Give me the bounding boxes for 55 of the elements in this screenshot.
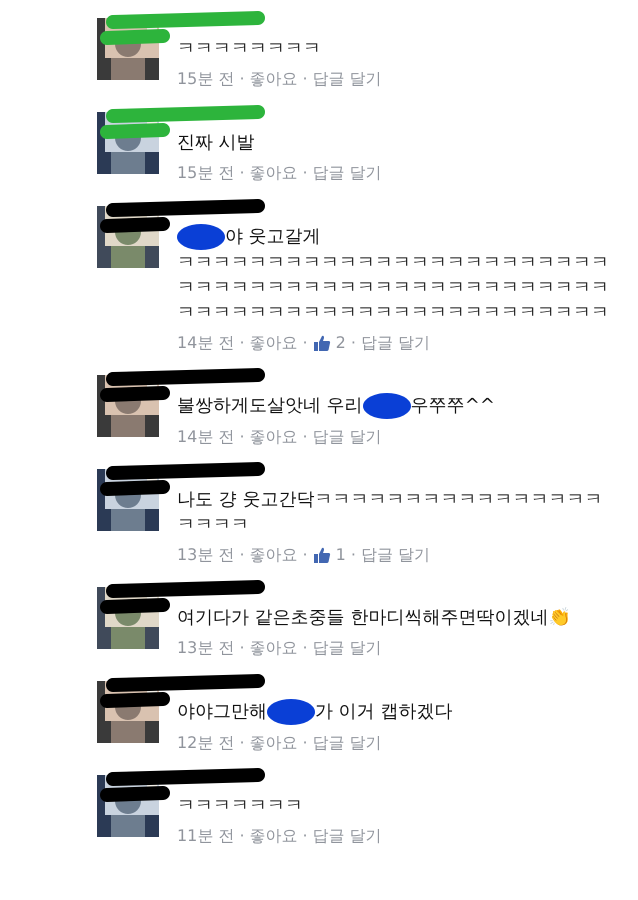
separator-dot: · — [302, 426, 308, 448]
separator-dot: · — [350, 544, 356, 566]
action-link[interactable]: 답글 달기 — [312, 636, 382, 660]
comment-time: 11분 전 — [177, 825, 234, 848]
action-link[interactable]: 답글 달기 — [312, 161, 382, 185]
action-link[interactable]: 답글 달기 — [360, 331, 430, 356]
comment-text: 야야그만해 가 이거 캡하겠다 — [177, 699, 617, 726]
separator-dot: · — [302, 68, 308, 90]
comment-text: 야 웃고갈게 — [177, 224, 617, 250]
comment-time: 14분 전 — [177, 332, 234, 354]
separator-dot: · — [239, 544, 245, 566]
comment-text: 나도 걍 웃고간닥ㅋㅋㅋㅋㅋㅋㅋㅋㅋㅋㅋㅋㅋㅋㅋㅋㅋㅋㅋㅋ — [177, 488, 604, 538]
separator-dot: · — [239, 825, 245, 848]
separator-dot: · — [239, 426, 245, 448]
action-link[interactable]: 좋아요 — [250, 331, 298, 356]
comment-time: 14분 전 — [177, 426, 234, 448]
separator-dot: · — [239, 68, 245, 90]
like-count: 2 — [336, 332, 346, 354]
action-link[interactable]: 좋아요 — [250, 824, 298, 848]
action-link[interactable]: 좋아요 — [250, 543, 298, 568]
action-link[interactable]: 좋아요 — [250, 731, 298, 756]
thumbs-up-icon — [312, 334, 331, 352]
comment-text: 진짜 시발 — [177, 131, 256, 155]
separator-dot: · — [302, 637, 308, 660]
action-link[interactable]: 좋아요 — [250, 636, 298, 660]
thumbs-up-icon — [312, 546, 331, 564]
comment-text: 여기다가 같은초중들 한마디씩해주면딱이겠네👏 — [177, 606, 572, 630]
action-link[interactable]: 답글 달기 — [312, 425, 382, 450]
action-link[interactable]: 답글 달기 — [312, 731, 382, 756]
comment-text: ㅋㅋㅋㅋㅋㅋㅋㅋㅋㅋㅋㅋㅋㅋㅋㅋㅋㅋㅋㅋㅋㅋㅋㅋㅋㅋㅋㅋㅋㅋㅋㅋㅋㅋㅋㅋㅋㅋㅋㅋㅋㅋㅋㅋㅋㅋㅋㅋㅋㅋㅋㅋㅋㅋㅋㅋㅋㅋㅋㅋㅋㅋㅋㅋㅋㅋㅋㅋㅋㅋㅋㅋ — [177, 251, 610, 326]
comment-time: 12분 전 — [177, 732, 234, 754]
comment-time: 15분 전 — [177, 68, 234, 90]
separator-dot: · — [239, 162, 245, 184]
separator-dot: · — [302, 825, 308, 848]
separator-dot: · — [239, 332, 245, 354]
separator-dot: · — [302, 332, 308, 354]
action-link[interactable]: 좋아요 — [250, 425, 298, 450]
action-link[interactable]: 좋아요 — [250, 161, 298, 185]
separator-dot: · — [239, 732, 245, 754]
action-link[interactable]: 좋아요 — [250, 67, 298, 91]
comment-time: 13분 전 — [177, 637, 234, 660]
comment-text: ㅋㅋㅋㅋㅋㅋㅋ — [177, 794, 304, 818]
comment-text: 불쌍하게도살앗네 우리 우쭈쭈^^ — [177, 393, 617, 420]
separator-dot: · — [302, 732, 308, 754]
separator-dot: · — [239, 637, 245, 660]
comment-time: 15분 전 — [177, 162, 234, 184]
separator-dot: · — [302, 162, 308, 184]
comment-time: 13분 전 — [177, 544, 234, 566]
separator-dot: · — [350, 332, 356, 354]
action-link[interactable]: 답글 달기 — [360, 543, 430, 568]
like-count: 1 — [336, 544, 346, 566]
comment-text: ㅋㅋㅋㅋㅋㅋㅋㅋ — [177, 37, 322, 61]
action-link[interactable]: 답글 달기 — [312, 67, 382, 91]
separator-dot: · — [302, 544, 308, 566]
action-link[interactable]: 답글 달기 — [312, 824, 382, 848]
